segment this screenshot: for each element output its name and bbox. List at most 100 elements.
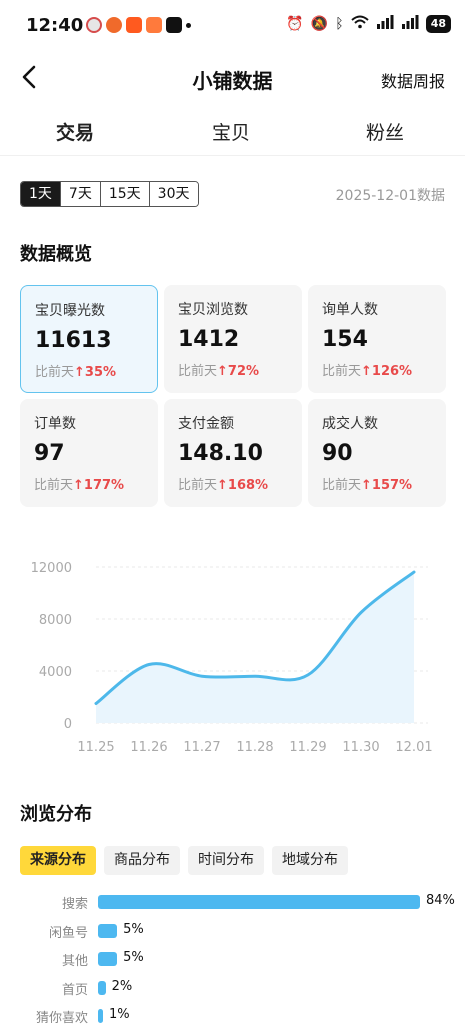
range-30-days[interactable]: 30天 xyxy=(149,182,198,206)
metric-label: 成交人数 xyxy=(322,416,378,432)
metric-value: 1412 xyxy=(178,327,240,352)
metric-card-views[interactable]: 宝贝浏览数 1412 比前天↑72% xyxy=(164,285,302,393)
source-label: 搜索 xyxy=(61,897,88,912)
tab-items[interactable]: 宝贝 xyxy=(212,118,250,145)
range-1-day[interactable]: 1天 xyxy=(21,182,61,206)
y-tick-label: 12000 xyxy=(31,561,72,576)
tab-fans[interactable]: 粉丝 xyxy=(366,118,404,145)
tab-region-distribution[interactable]: 地域分布 xyxy=(272,846,348,875)
status-time: 12:40 xyxy=(26,15,84,36)
source-bar xyxy=(98,952,118,966)
metric-card-payment[interactable]: 支付金额 148.10 比前天↑168% xyxy=(164,399,302,507)
battery-icon: 48 xyxy=(425,15,451,33)
compare-prefix: 比前天 xyxy=(322,478,362,493)
exposure-trend-chart[interactable]: 0 4000 8000 12000 11.25 11.26 11.27 11.28 11.29 1… xyxy=(0,550,465,760)
y-tick-label: 8000 xyxy=(39,613,72,628)
source-row: 猜你喜欢 1% xyxy=(0,1006,465,1024)
source-label: 猜你喜欢 xyxy=(35,1011,88,1024)
compare-prefix: 比前天 xyxy=(178,478,218,493)
source-percent: 5% xyxy=(123,921,144,937)
metric-label: 宝贝浏览数 xyxy=(178,302,248,318)
x-tick-label: 11.29 xyxy=(289,740,326,755)
source-percent: 1% xyxy=(109,1007,130,1022)
source-bar xyxy=(98,923,118,938)
metric-change: 126% xyxy=(371,364,413,379)
up-arrow-icon: ↑ xyxy=(217,364,228,379)
metric-compare: 比前天↑157% xyxy=(322,474,432,493)
signal-icon xyxy=(401,15,419,33)
metric-change: 157% xyxy=(371,478,413,493)
metric-card-inquiries[interactable]: 询单人数 154 比前天↑126% xyxy=(308,285,446,393)
tab-transaction[interactable]: 交易 xyxy=(56,118,95,145)
up-arrow-icon: ↑ xyxy=(361,364,372,379)
more-dot-icon xyxy=(186,22,191,28)
source-label: 首页 xyxy=(61,982,88,998)
metric-label: 询单人数 xyxy=(322,302,378,318)
area-fill xyxy=(96,572,414,723)
system-icons: ⏰ 🔕 ᛒ 48 xyxy=(286,15,451,33)
app-icon xyxy=(86,17,102,33)
x-tick-label: 11.25 xyxy=(77,740,114,755)
source-bar xyxy=(98,895,420,909)
metric-card-exposure[interactable]: 宝贝曝光数 11613 比前天↑35% xyxy=(20,285,158,393)
tab-label: 交易 xyxy=(56,122,95,144)
data-date: 2025-12-01数据 xyxy=(335,188,445,204)
up-arrow-icon: ↑ xyxy=(74,365,85,380)
tab-label: 宝贝 xyxy=(212,122,251,144)
metric-label: 支付金额 xyxy=(178,416,234,432)
source-percent: 5% xyxy=(123,950,144,965)
source-row: 首页 2% xyxy=(0,978,465,998)
y-tick-label: 4000 xyxy=(39,665,72,680)
source-bar xyxy=(98,980,106,995)
x-tick-label: 11.30 xyxy=(342,740,379,755)
signal-icon xyxy=(376,15,394,33)
app-icon xyxy=(146,17,162,33)
source-label: 其他 xyxy=(61,954,88,969)
metric-label: 宝贝曝光数 xyxy=(35,303,105,319)
metric-change: 168% xyxy=(227,478,269,493)
bluetooth-icon: ᛒ xyxy=(335,16,344,32)
status-bar: 12:40 ⏰ 🔕 ᛒ 48 xyxy=(0,0,465,52)
notification-icons xyxy=(86,17,191,33)
video-app-icon xyxy=(126,17,142,33)
metric-value: 97 xyxy=(34,441,65,466)
source-percent: 84% xyxy=(426,893,455,908)
overview-title: 数据概览 xyxy=(20,244,92,265)
tab-item-distribution[interactable]: 商品分布 xyxy=(104,846,180,875)
tab-source-distribution[interactable]: 来源分布 xyxy=(20,846,96,875)
compare-prefix: 比前天 xyxy=(322,364,362,379)
up-arrow-icon: ↑ xyxy=(217,478,228,493)
range-15-days[interactable]: 15天 xyxy=(100,182,150,206)
weibo-icon xyxy=(106,17,122,33)
metric-compare: 比前天↑168% xyxy=(178,474,288,493)
metric-card-orders[interactable]: 订单数 97 比前天↑177% xyxy=(20,399,158,507)
distribution-tabs: 来源分布 商品分布 时间分布 地域分布 xyxy=(20,846,348,875)
up-arrow-icon: ↑ xyxy=(73,478,84,493)
source-row: 搜索 84% xyxy=(0,892,465,912)
y-tick-label: 0 xyxy=(64,717,72,732)
metric-change: 72% xyxy=(227,364,260,379)
metric-compare: 比前天↑72% xyxy=(178,360,288,379)
metric-card-buyers[interactable]: 成交人数 90 比前天↑157% xyxy=(308,399,446,507)
date-range-selector: 1天 7天 15天 30天 xyxy=(20,181,199,207)
source-row: 其他 5% xyxy=(0,949,465,969)
alarm-icon: ⏰ xyxy=(286,16,304,32)
range-7-days[interactable]: 7天 xyxy=(60,182,101,206)
weekly-report-link[interactable]: 数据周报 xyxy=(381,68,445,92)
compare-prefix: 比前天 xyxy=(35,365,75,380)
tab-time-distribution[interactable]: 时间分布 xyxy=(188,846,264,875)
source-label: 闲鱼号 xyxy=(48,925,88,941)
metric-value: 154 xyxy=(322,327,368,352)
mute-icon: 🔕 xyxy=(310,16,329,32)
x-tick-label: 11.28 xyxy=(236,740,273,755)
metric-value: 148.10 xyxy=(178,441,263,466)
nav-bar: 小铺数据 数据周报 xyxy=(0,52,465,104)
tab-label: 粉丝 xyxy=(366,122,405,144)
metric-compare: 比前天↑35% xyxy=(35,361,143,380)
source-row: 闲鱼号 5% xyxy=(0,921,465,941)
x-tick-label: 11.26 xyxy=(130,740,167,755)
compare-prefix: 比前天 xyxy=(178,364,218,379)
wifi-icon xyxy=(351,15,369,33)
up-arrow-icon: ↑ xyxy=(361,478,372,493)
metric-compare: 比前天↑177% xyxy=(34,474,144,493)
